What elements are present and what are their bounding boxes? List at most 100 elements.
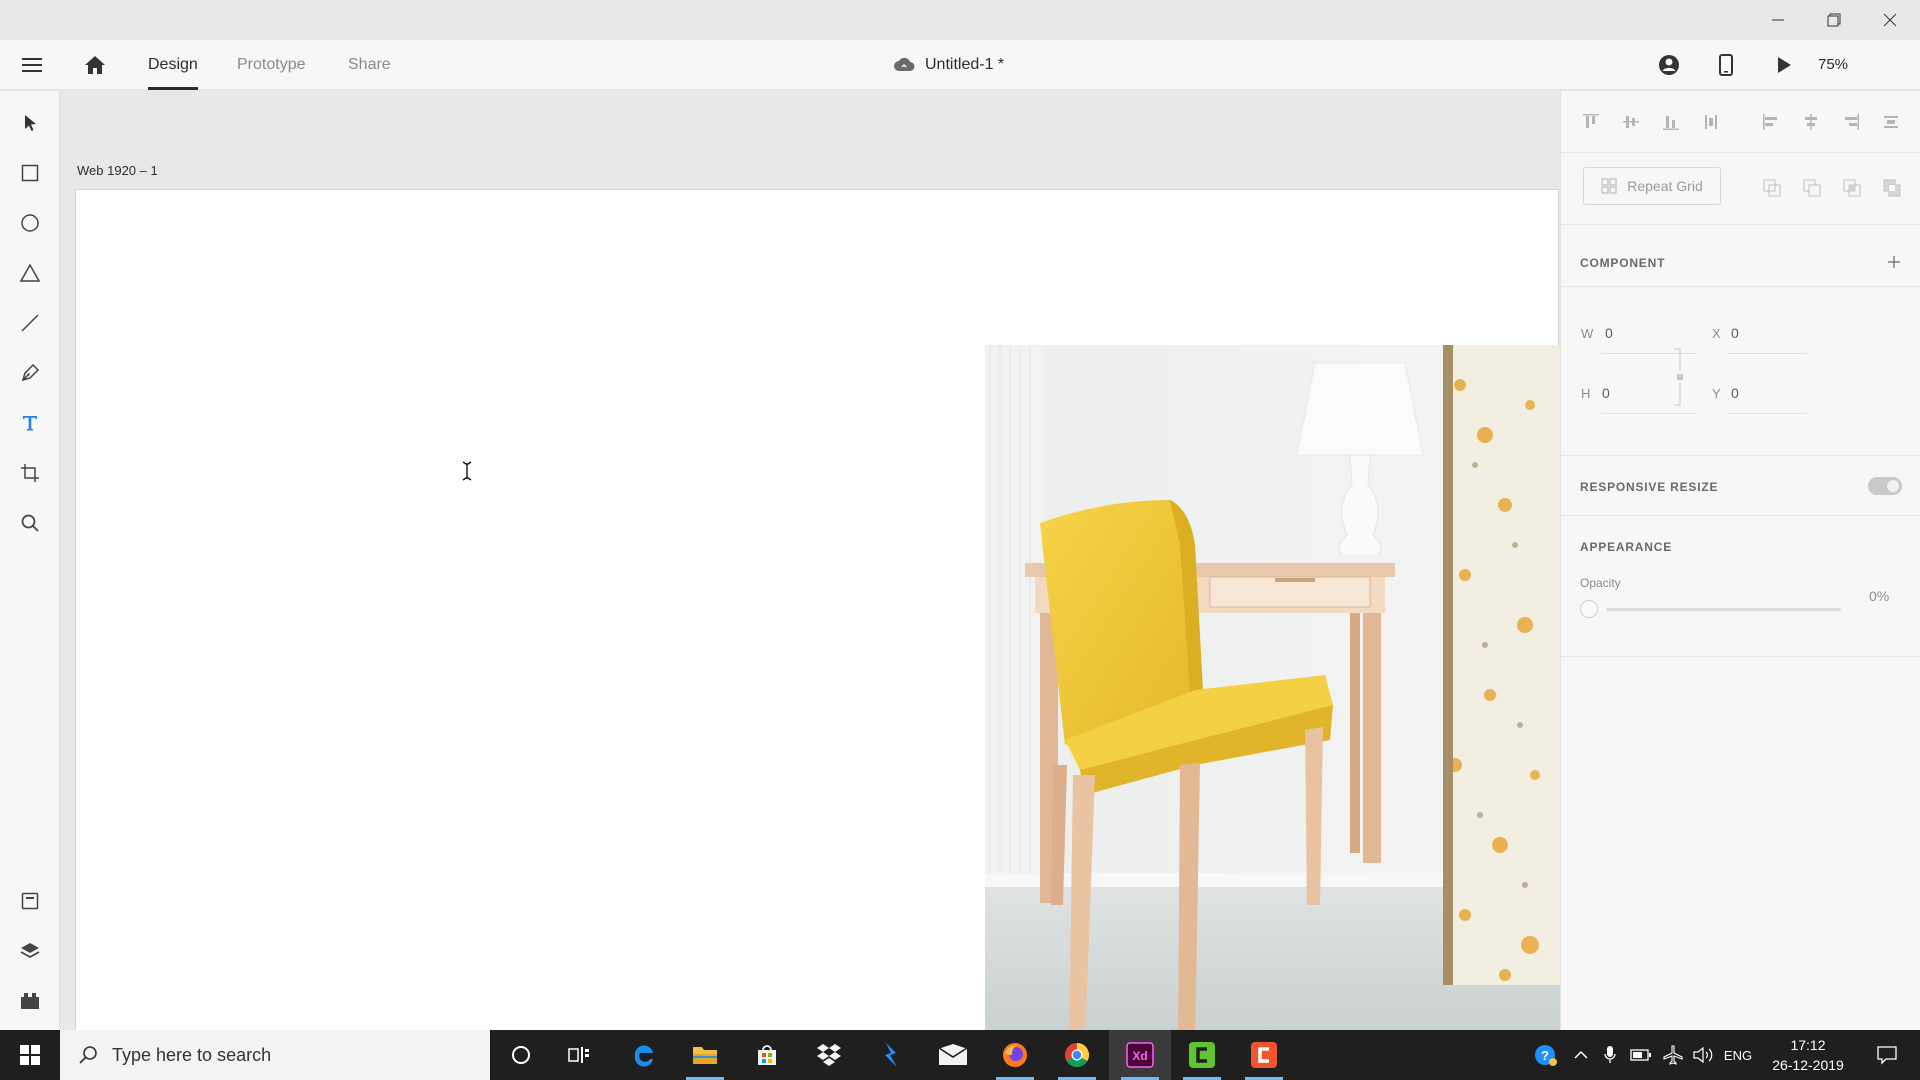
- pen-icon: [21, 363, 40, 382]
- edge-browser-icon: [634, 1045, 653, 1067]
- pen-tool[interactable]: [10, 353, 50, 393]
- tools-toolbar: [0, 91, 60, 1030]
- align-toolbar: [1561, 91, 1920, 153]
- restore-button[interactable]: [1806, 0, 1862, 40]
- edge-app[interactable]: [613, 1030, 675, 1080]
- lock-aspect-icon[interactable]: [1672, 347, 1686, 407]
- plugins-panel-button[interactable]: [10, 981, 50, 1021]
- camtasia-app[interactable]: [1171, 1030, 1233, 1080]
- file-explorer-app[interactable]: [674, 1030, 736, 1080]
- opacity-value[interactable]: 0%: [1869, 588, 1889, 604]
- y-field[interactable]: 0: [1731, 385, 1739, 401]
- align-center-button[interactable]: [1798, 109, 1824, 135]
- align-center-icon: [1805, 114, 1817, 130]
- microphone-tray[interactable]: [1598, 1030, 1622, 1080]
- zoom-tool[interactable]: [10, 503, 50, 543]
- battery-tray[interactable]: [1628, 1030, 1654, 1080]
- opacity-label: Opacity: [1580, 576, 1621, 590]
- align-left-button[interactable]: [1758, 109, 1784, 135]
- recorder-icon: [1251, 1042, 1277, 1068]
- minimize-button[interactable]: [1750, 0, 1806, 40]
- device-preview-button[interactable]: [1701, 40, 1751, 90]
- adobe-xd-icon: Xd: [1126, 1042, 1154, 1068]
- select-arrow-icon: [25, 115, 36, 131]
- boolean-subtract-icon[interactable]: [1801, 177, 1823, 199]
- align-top-icon: [1583, 114, 1599, 128]
- design-canvas[interactable]: Web 1920 – 1: [61, 91, 1560, 1030]
- dropbox-app[interactable]: [798, 1030, 860, 1080]
- artboard-label[interactable]: Web 1920 – 1: [77, 163, 158, 178]
- select-tool[interactable]: [10, 103, 50, 143]
- height-underline: [1601, 413, 1696, 414]
- distribute-vertical-button[interactable]: [1698, 109, 1724, 135]
- x-label: X: [1712, 326, 1721, 341]
- airplane-mode-tray[interactable]: [1660, 1030, 1686, 1080]
- store-app[interactable]: [736, 1030, 798, 1080]
- add-component-icon[interactable]: [1887, 255, 1901, 269]
- align-middle-icon: [1623, 116, 1639, 128]
- tab-share[interactable]: Share: [348, 40, 391, 90]
- layers-panel-button[interactable]: [10, 931, 50, 971]
- recorder-app[interactable]: [1233, 1030, 1295, 1080]
- share-user-button[interactable]: [1644, 40, 1694, 90]
- responsive-resize-toggle[interactable]: [1868, 477, 1902, 495]
- adobe-xd-app[interactable]: Xd: [1109, 1030, 1171, 1080]
- play-preview-button[interactable]: [1759, 40, 1809, 90]
- mail-app[interactable]: [922, 1030, 984, 1080]
- align-left-icon: [1763, 114, 1777, 130]
- artboard[interactable]: [75, 189, 1560, 1030]
- show-hidden-icons-button[interactable]: [1570, 1030, 1592, 1080]
- system-clock[interactable]: 17:12 26-12-2019: [1748, 1030, 1868, 1080]
- app-launcher-app[interactable]: [860, 1030, 922, 1080]
- action-center-button[interactable]: [1864, 1030, 1910, 1080]
- divider: [1561, 455, 1920, 456]
- opacity-slider-handle[interactable]: [1580, 600, 1598, 618]
- rectangle-icon: [21, 164, 39, 182]
- assets-panel-button[interactable]: [10, 881, 50, 921]
- tab-design[interactable]: Design: [148, 40, 198, 90]
- tab-prototype[interactable]: Prototype: [237, 40, 305, 90]
- home-button[interactable]: [70, 40, 120, 90]
- align-bottom-button[interactable]: [1658, 109, 1684, 135]
- document-title[interactable]: Untitled-1 *: [893, 40, 1004, 90]
- furniture-photo[interactable]: [985, 345, 1560, 1030]
- close-window-button[interactable]: [1862, 0, 1918, 40]
- boolean-exclude-icon[interactable]: [1881, 177, 1903, 199]
- clock-time: 17:12: [1790, 1037, 1826, 1053]
- speaker-volume-icon: [1693, 1046, 1713, 1064]
- artboard-tool[interactable]: [10, 453, 50, 493]
- repeat-grid-button[interactable]: Repeat Grid: [1583, 167, 1721, 205]
- line-icon: [21, 314, 39, 332]
- menu-button[interactable]: [7, 40, 57, 90]
- align-right-button[interactable]: [1838, 109, 1864, 135]
- align-middle-button[interactable]: [1618, 109, 1644, 135]
- svg-text:?: ?: [1541, 1048, 1549, 1063]
- start-button[interactable]: [0, 1030, 60, 1080]
- x-field[interactable]: 0: [1731, 325, 1739, 341]
- cortana-circle-icon: [512, 1046, 530, 1064]
- height-field[interactable]: 0: [1602, 385, 1610, 401]
- home-icon: [85, 56, 105, 74]
- text-tool[interactable]: [10, 403, 50, 443]
- volume-tray[interactable]: [1690, 1030, 1716, 1080]
- polygon-tool[interactable]: [10, 253, 50, 293]
- cortana-button[interactable]: [490, 1030, 552, 1080]
- help-tray-icon-wrapper[interactable]: ?: [1530, 1030, 1562, 1080]
- taskbar-search[interactable]: Type here to search: [60, 1030, 490, 1080]
- rectangle-tool[interactable]: [10, 153, 50, 193]
- dropbox-icon: [817, 1044, 841, 1066]
- folder-icon: [693, 1047, 717, 1064]
- task-view-button[interactable]: [548, 1030, 610, 1080]
- lightning-app-icon: [885, 1043, 897, 1067]
- firefox-app[interactable]: [984, 1030, 1046, 1080]
- opacity-slider-track[interactable]: [1606, 608, 1841, 611]
- line-tool[interactable]: [10, 303, 50, 343]
- distribute-horizontal-button[interactable]: [1878, 109, 1904, 135]
- align-top-button[interactable]: [1578, 109, 1604, 135]
- chrome-app[interactable]: [1046, 1030, 1108, 1080]
- boolean-add-icon[interactable]: [1761, 177, 1783, 199]
- boolean-intersect-icon[interactable]: [1841, 177, 1863, 199]
- width-field[interactable]: 0: [1605, 325, 1613, 341]
- zoom-level[interactable]: 75%: [1818, 40, 1848, 90]
- ellipse-tool[interactable]: [10, 203, 50, 243]
